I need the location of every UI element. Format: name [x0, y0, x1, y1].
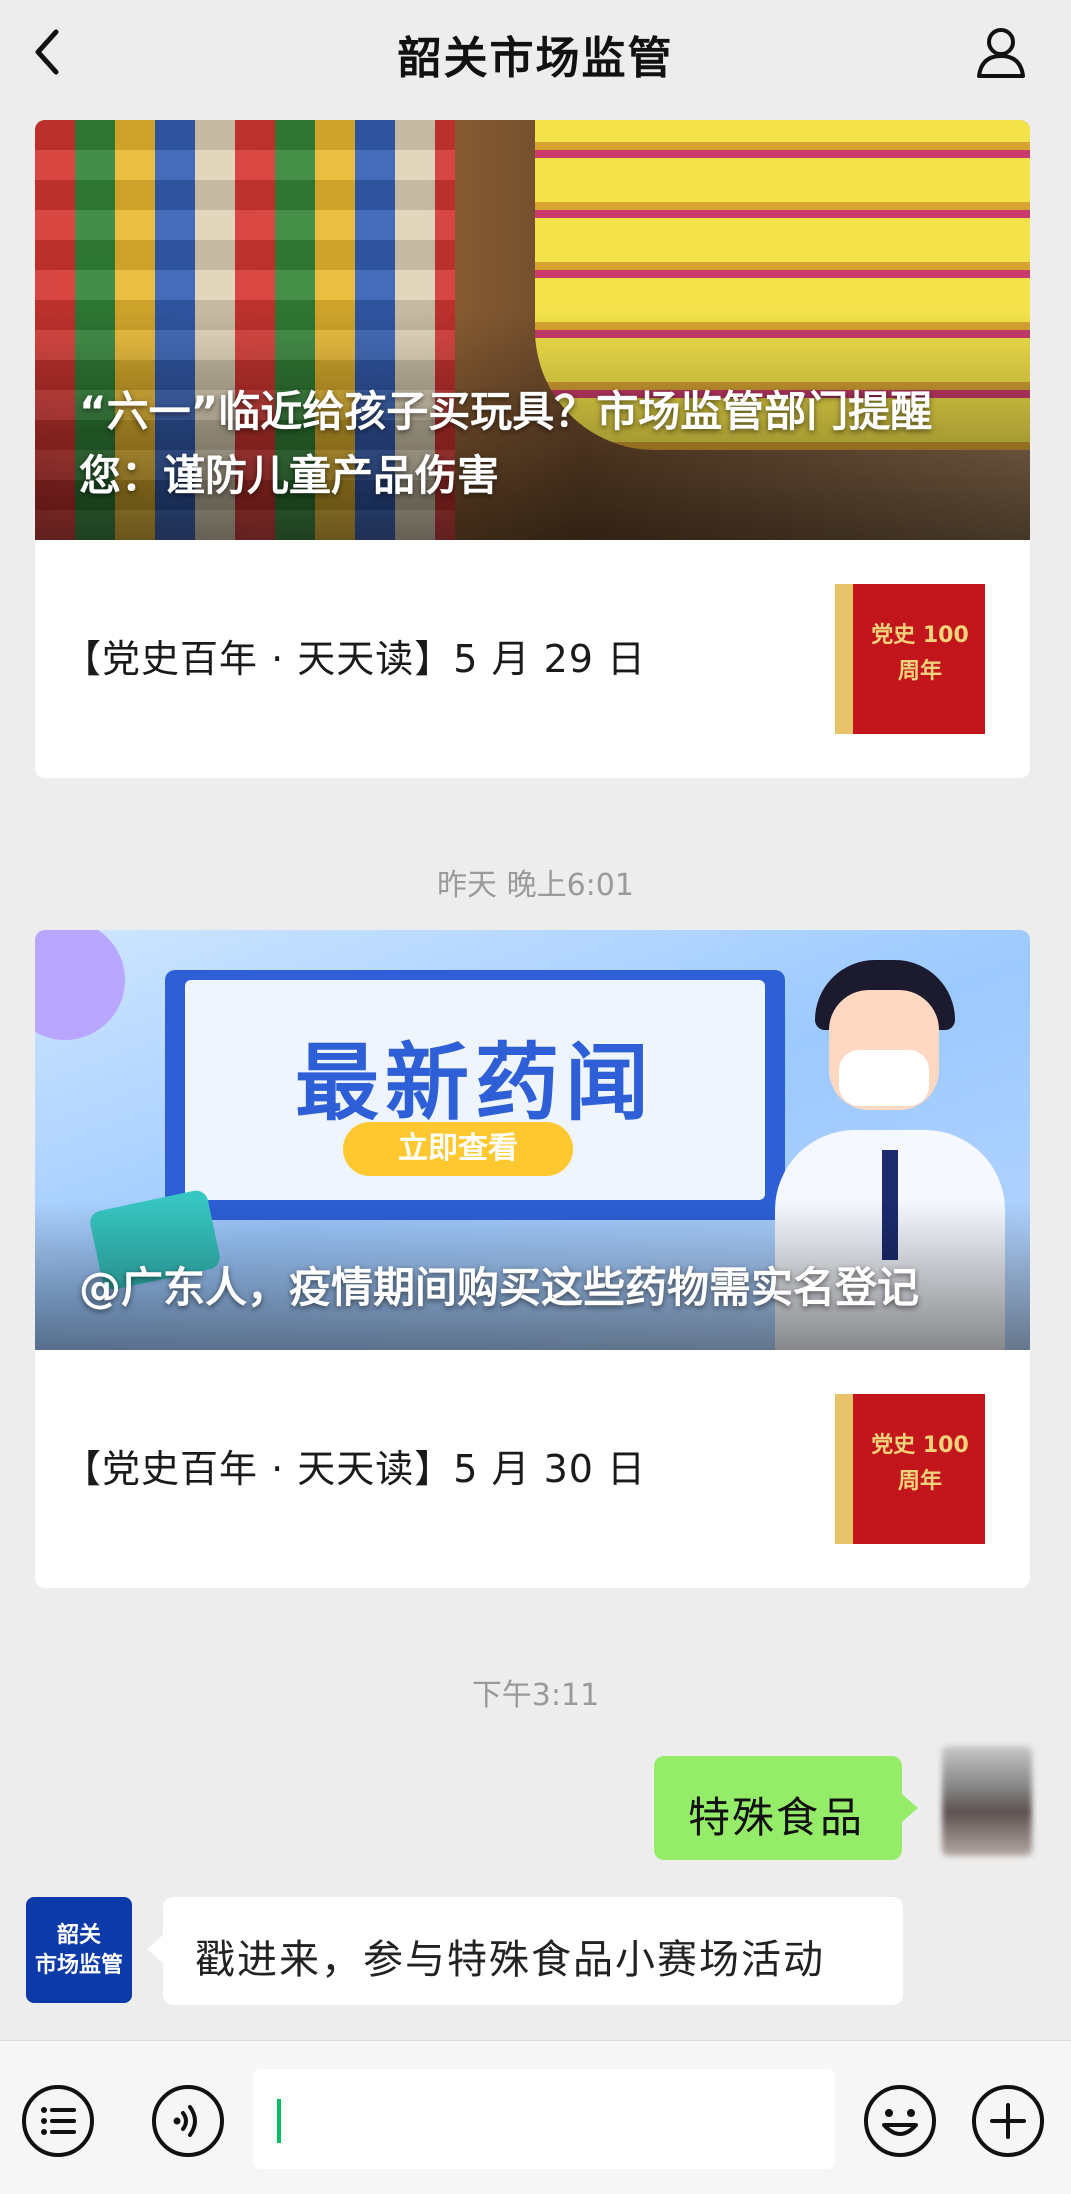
outgoing-message-bubble[interactable]: 特殊食品	[654, 1756, 918, 1860]
incoming-message-text: 戳进来，参与特殊食品小赛场活动	[195, 1937, 825, 1983]
thumb-label: 党史 100 周年	[871, 1433, 969, 1494]
article-card-1[interactable]: “六一”临近给孩子买玩具？市场监管部门提醒您：谨防儿童产品伤害 【党史百年 · …	[35, 120, 1030, 778]
thumb-label: 党史 100 周年	[871, 623, 969, 684]
article-thumbnail: 党史 100 周年	[835, 584, 985, 734]
banner-button: 立即查看	[343, 1122, 573, 1176]
banner-title: 最新药闻	[294, 1034, 655, 1132]
text-caret	[277, 2099, 281, 2143]
article-cover-toys[interactable]: “六一”临近给孩子买玩具？市场监管部门提醒您：谨防儿童产品伤害	[35, 120, 1030, 540]
article-sub-title: 【党史百年 · 天天读】5 月 29 日	[63, 637, 647, 681]
bubble-tail	[147, 1935, 163, 1963]
outgoing-message-text: 特殊食品	[688, 1793, 865, 1842]
article-sub-title: 【党史百年 · 天天读】5 月 30 日	[63, 1447, 647, 1491]
article-sub-row[interactable]: 【党史百年 · 天天读】5 月 29 日 党史 100 周年	[35, 540, 1030, 778]
article-cover-medicine[interactable]: 最新药闻 立即查看 @广东人，疫情期间购买这些药物需实名登记	[35, 930, 1030, 1350]
timestamp: 下午3:11	[471, 1678, 600, 1713]
doctor-figure-image	[805, 960, 965, 1140]
avatar-text-line2: 市场监管	[34, 1953, 123, 1978]
add-button[interactable]	[970, 2083, 1046, 2159]
menu-button[interactable]	[20, 2083, 96, 2159]
emoji-icon	[864, 2085, 936, 2157]
avatar-text-line1: 韶关	[56, 1923, 101, 1948]
account-avatar[interactable]: 韶关 市场监管	[26, 1897, 132, 2003]
profile-button[interactable]	[971, 20, 1031, 84]
top-bar: 韶关市场监管	[0, 0, 1071, 104]
purple-bubble	[35, 930, 125, 1040]
list-icon	[22, 2085, 94, 2157]
plus-icon	[972, 2085, 1044, 2157]
voice-button[interactable]	[150, 2083, 226, 2159]
timestamp: 昨天 晚上6:01	[437, 868, 634, 903]
input-bar	[0, 2040, 1071, 2194]
message-input[interactable]	[253, 2069, 835, 2169]
article-card-2[interactable]: 最新药闻 立即查看 @广东人，疫情期间购买这些药物需实名登记 【党史百年 · 天…	[35, 930, 1030, 1588]
article-title: @广东人，疫情期间购买这些药物需实名登记	[79, 1263, 920, 1312]
article-sub-row[interactable]: 【党史百年 · 天天读】5 月 30 日 党史 100 周年	[35, 1350, 1030, 1588]
voice-icon	[152, 2085, 224, 2157]
article-thumbnail: 党史 100 周年	[835, 1394, 985, 1544]
bubble-tail	[902, 1794, 918, 1822]
page-title: 韶关市场监管	[397, 33, 674, 84]
article-title: “六一”临近给孩子买玩具？市场监管部门提醒您：谨防儿童产品伤害	[79, 387, 933, 500]
person-icon	[977, 28, 1025, 78]
user-avatar[interactable]	[942, 1746, 1032, 1856]
incoming-message-bubble[interactable]: 戳进来，参与特殊食品小赛场活动	[147, 1897, 903, 2005]
emoji-button[interactable]	[862, 2083, 938, 2159]
